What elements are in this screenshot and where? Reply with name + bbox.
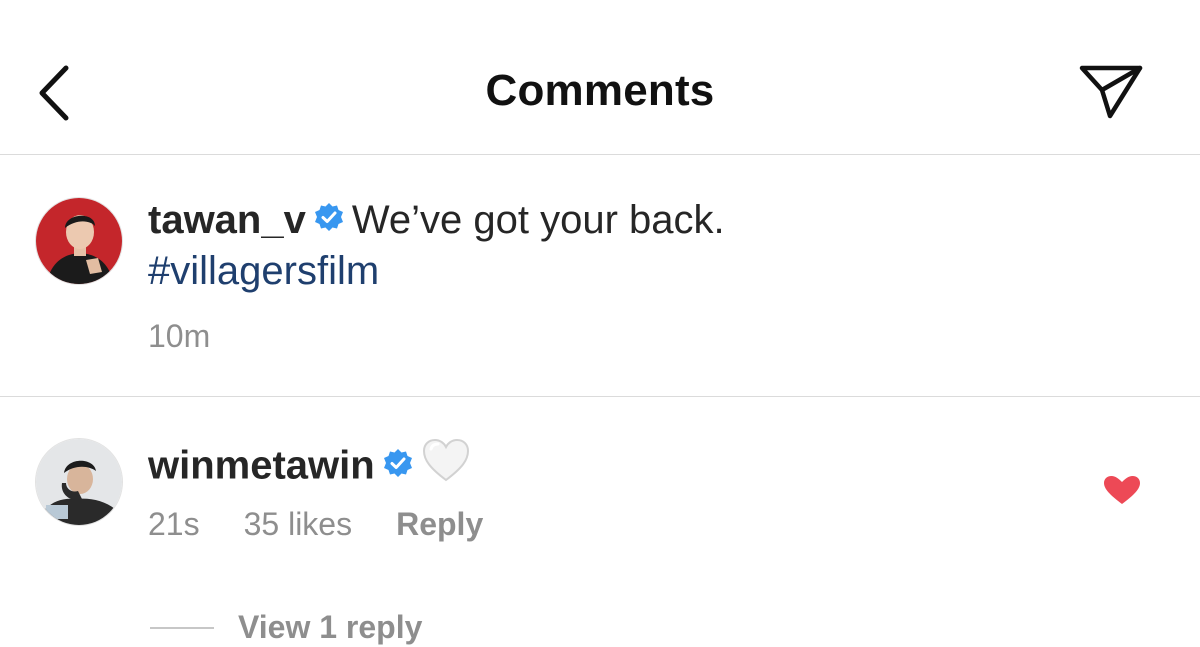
avatar-photo	[36, 198, 122, 284]
verified-badge-icon	[383, 443, 413, 488]
comment-line: winmetawin	[148, 437, 471, 499]
avatar[interactable]	[35, 197, 123, 285]
paper-plane-icon	[1079, 65, 1143, 119]
comment-username[interactable]: winmetawin	[148, 444, 375, 488]
hashtag-link[interactable]: #villagersfilm	[148, 249, 379, 294]
share-button[interactable]	[1074, 60, 1146, 126]
caption-line: tawan_v We’ve got your back.	[148, 197, 725, 248]
comment-like-button[interactable]	[1102, 475, 1142, 505]
avatar[interactable]	[35, 438, 123, 526]
verified-badge-icon	[314, 197, 344, 242]
view-replies-link[interactable]: View 1 reply	[150, 607, 422, 647]
comments-header: Comments	[0, 0, 1200, 155]
divider-dash	[150, 626, 214, 629]
reply-button[interactable]: Reply	[396, 506, 483, 542]
caption-timestamp: 10m	[148, 318, 211, 354]
heart-filled-icon	[1104, 476, 1140, 504]
caption-text: We’ve got your back.	[351, 198, 725, 243]
white-heart-emoji-icon	[421, 437, 471, 493]
caption-row: tawan_v We’ve got your back. #villagersfi…	[0, 155, 1200, 397]
view-replies-label[interactable]: View 1 reply	[238, 609, 422, 645]
comment-meta: 21s 35 likes Reply	[148, 506, 527, 543]
page-title: Comments	[485, 66, 715, 115]
caption-username[interactable]: tawan_v	[148, 198, 306, 242]
comment-timestamp: 21s	[148, 506, 200, 542]
likes-count[interactable]: 35 likes	[244, 506, 353, 542]
avatar-photo	[36, 439, 122, 525]
comment-row: winmetawin 21s 35 likes Reply View 1 reply	[0, 397, 1200, 645]
